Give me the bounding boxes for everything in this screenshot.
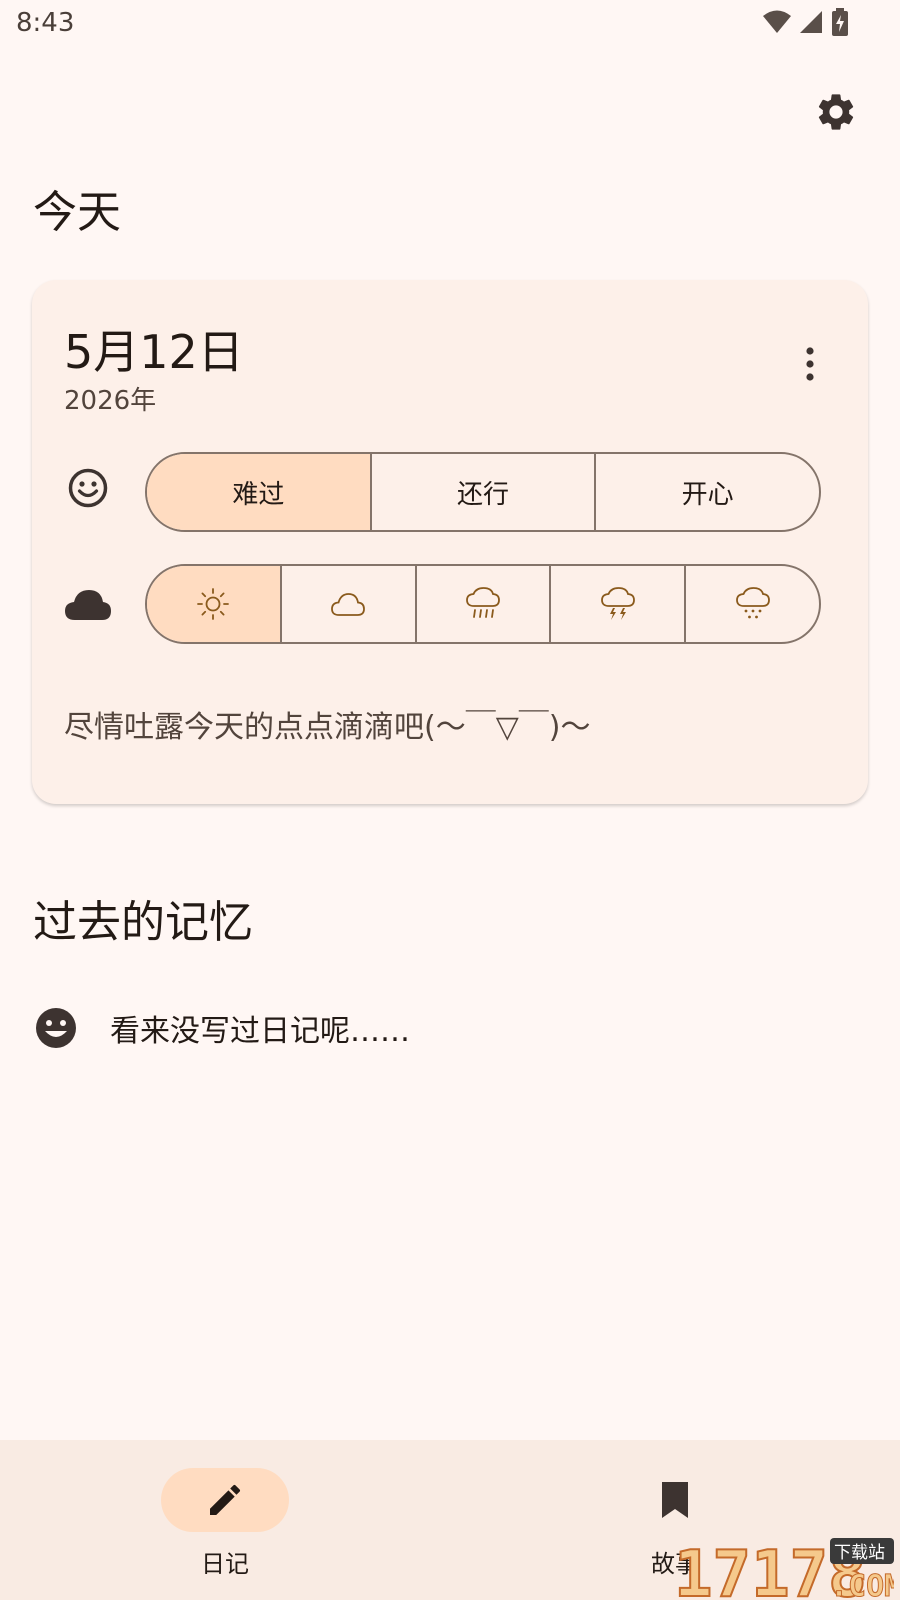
weather-option-snow[interactable] [684, 566, 819, 642]
more-vert-icon [806, 347, 814, 381]
more-options-button[interactable] [800, 346, 820, 382]
thunderstorm-icon [600, 587, 635, 620]
mood-option-okay[interactable]: 还行 [369, 454, 595, 530]
today-title: 今天 [33, 187, 121, 238]
gear-icon [818, 94, 854, 130]
status-bar: 8:43 [0, 0, 900, 50]
card-date: 5月12日 [64, 325, 244, 379]
smile-filled-icon [36, 1008, 76, 1048]
status-icons [762, 8, 850, 36]
nav-label-diary: 日记 [201, 1550, 249, 1578]
status-time: 8:43 [16, 8, 75, 38]
signal-icon [800, 11, 822, 33]
mood-option-sad[interactable]: 难过 [147, 454, 370, 530]
cloud-outline-icon [331, 593, 366, 616]
weather-option-sunny[interactable] [147, 566, 280, 642]
diary-input[interactable]: 尽情吐露今天的点点滴滴吧(～￣▽￣)～ [64, 702, 590, 746]
nav-indicator [611, 1468, 739, 1532]
watermark-logo: 17178 下载站 .COM [674, 1537, 894, 1600]
svg-text:.COM: .COM [830, 1569, 894, 1600]
wifi-icon [763, 10, 791, 33]
nav-item-diary[interactable]: 日记 [125, 1468, 325, 1578]
battery-icon [832, 8, 848, 36]
bookmark-icon [662, 1482, 688, 1518]
card-year: 2026年 [64, 386, 157, 416]
svg-text:下载站: 下载站 [834, 1543, 885, 1563]
settings-button[interactable] [814, 90, 858, 134]
weather-option-rain[interactable] [414, 566, 550, 642]
weather-option-thunderstorm[interactable] [549, 566, 684, 642]
cloud-icon [65, 590, 111, 620]
rain-icon [466, 587, 500, 618]
empty-state-text: 看来没写过日记呢…… [110, 1014, 410, 1049]
past-memories-title: 过去的记忆 [33, 897, 253, 948]
mood-selector: 难过 还行 开心 [145, 452, 821, 532]
sun-icon [197, 588, 230, 620]
mood-option-happy[interactable]: 开心 [594, 454, 819, 530]
weather-option-cloudy[interactable] [279, 566, 415, 642]
empty-state: 看来没写过日记呢…… [34, 1006, 410, 1050]
nav-indicator [161, 1468, 289, 1532]
today-card: 5月12日 2026年 难过 还行 开心 尽情吐露今天的点点滴滴吧(～￣▽￣)～ [32, 280, 868, 804]
weather-selector [145, 564, 821, 644]
pencil-icon [210, 1484, 241, 1515]
smile-outline-icon [68, 468, 108, 508]
snow-icon [735, 587, 770, 619]
